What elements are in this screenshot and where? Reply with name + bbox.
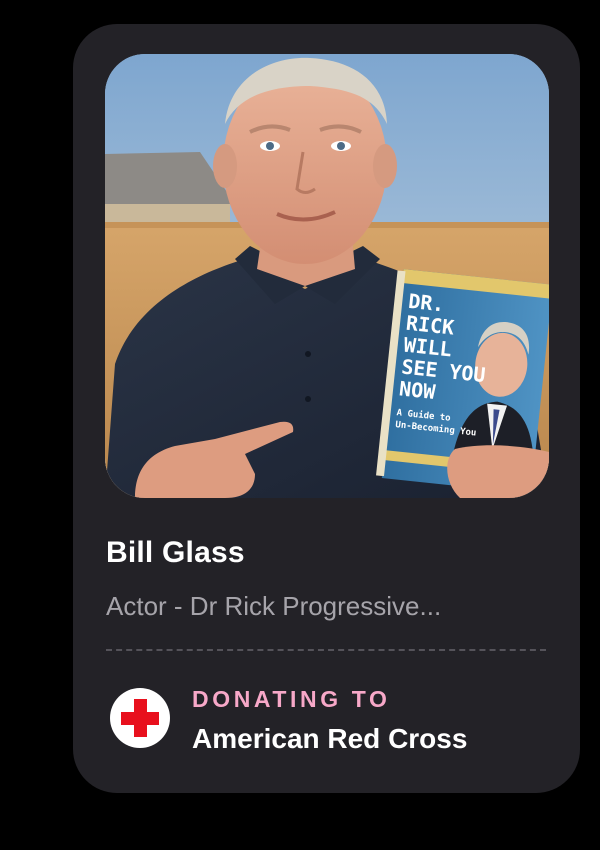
person-name: Bill Glass: [106, 536, 245, 569]
dashed-divider: [106, 649, 546, 651]
red-cross-icon: [110, 688, 170, 748]
person-subtitle: Actor - Dr Rick Progressive...: [106, 591, 442, 621]
donating-to-label: DONATING TO: [192, 686, 391, 712]
svg-text:NOW: NOW: [398, 376, 437, 404]
profile-photo: DR. RICK WILL SEE YOU NOW A Guide to Un-…: [105, 54, 549, 498]
cause-name[interactable]: American Red Cross: [192, 723, 467, 755]
fundraiser-card[interactable]: DR. RICK WILL SEE YOU NOW A Guide to Un-…: [73, 24, 580, 793]
